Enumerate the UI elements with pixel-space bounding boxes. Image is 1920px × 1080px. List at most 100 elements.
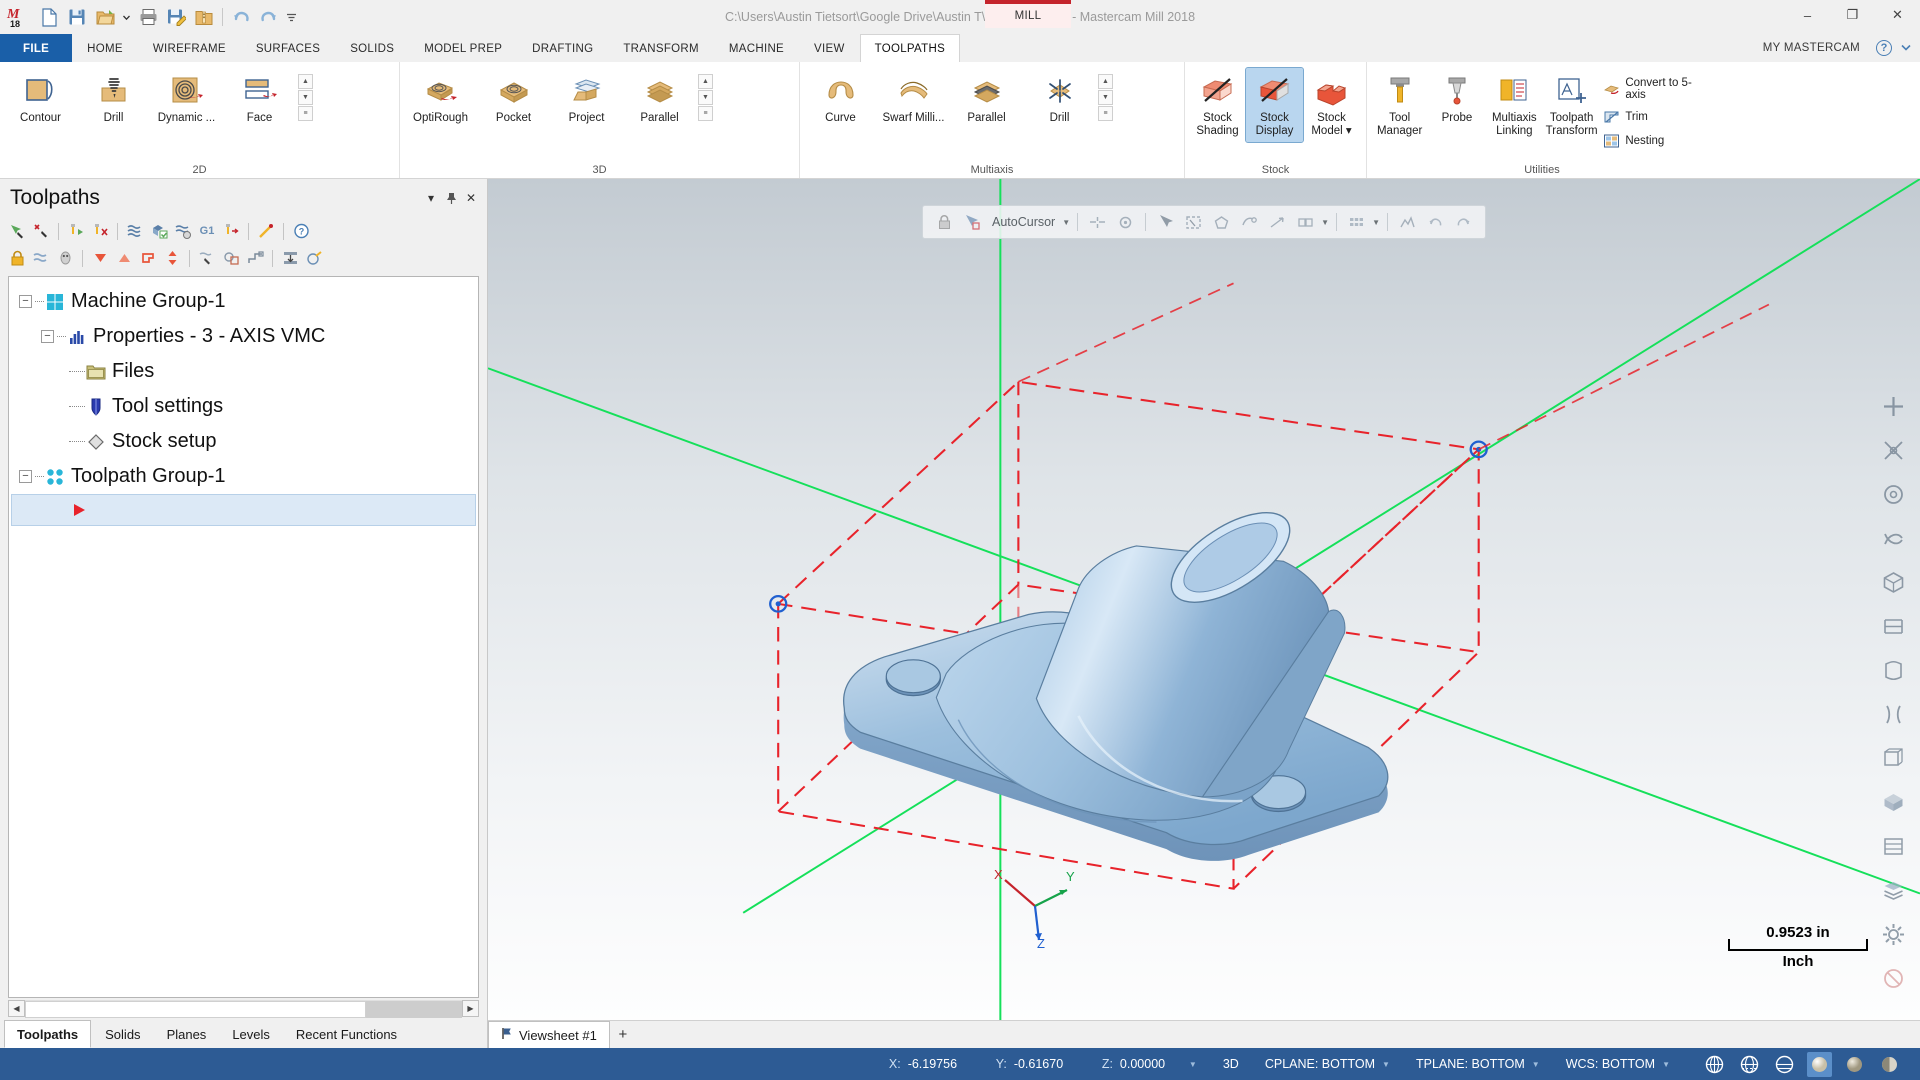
shaded-wire-icon[interactable] bbox=[1772, 1052, 1797, 1077]
regenerate-invalid-icon[interactable] bbox=[89, 221, 111, 242]
customize-qat-icon[interactable] bbox=[284, 4, 299, 30]
multiaxis-linking-button[interactable]: Multiaxis Linking bbox=[1486, 68, 1543, 142]
hidden-line-icon[interactable] bbox=[1737, 1052, 1762, 1077]
isometric-view-icon[interactable] bbox=[1876, 565, 1910, 599]
wireframe-view-icon[interactable] bbox=[1876, 741, 1910, 775]
open-dropdown-icon[interactable] bbox=[120, 4, 133, 30]
tplane-caret-icon[interactable]: ▼ bbox=[1532, 1060, 1540, 1069]
tree-node-stock-setup[interactable]: Stock setup bbox=[9, 424, 478, 459]
save-icon[interactable] bbox=[64, 4, 90, 30]
arrow-select-icon[interactable] bbox=[1153, 210, 1178, 235]
chain-select-icon[interactable] bbox=[1237, 210, 1262, 235]
expand-gallery-2d[interactable]: ≡ bbox=[298, 106, 313, 121]
toggle-posting-icon[interactable] bbox=[30, 248, 52, 269]
drill-multiaxis-button[interactable]: Drill bbox=[1023, 68, 1096, 142]
redo-view-icon[interactable] bbox=[1451, 210, 1476, 235]
help-icon[interactable]: ? bbox=[290, 221, 312, 242]
expander-toolpath-group[interactable]: − bbox=[19, 470, 32, 483]
undo-icon[interactable] bbox=[228, 4, 254, 30]
select-entity-icon[interactable] bbox=[1113, 210, 1138, 235]
tree-horizontal-scrollbar[interactable]: ◀ ▶ bbox=[8, 998, 479, 1018]
panel-tab-recent-functions[interactable]: Recent Functions bbox=[284, 1020, 409, 1048]
move-updown-icon[interactable] bbox=[161, 248, 183, 269]
panel-tab-levels[interactable]: Levels bbox=[220, 1020, 282, 1048]
section-view-icon[interactable] bbox=[1876, 829, 1910, 863]
top-view-icon[interactable] bbox=[1876, 653, 1910, 687]
tree-node-files[interactable]: Files bbox=[9, 354, 478, 389]
scroll-track[interactable] bbox=[25, 999, 462, 1018]
panel-close-icon[interactable]: ✕ bbox=[461, 188, 481, 208]
simulate-toolpath-icon[interactable] bbox=[124, 221, 146, 242]
graphics-viewport[interactable]: AutoCursor ▼ ▼ ▼ X Y Z 0.9523 in Inch Vi… bbox=[488, 179, 1920, 1048]
right-view-icon[interactable] bbox=[1876, 697, 1910, 731]
cplane-caret-icon[interactable]: ▼ bbox=[1382, 1060, 1390, 1069]
toolpath-transform-button[interactable]: Toolpath Transform bbox=[1543, 68, 1600, 142]
blank-entity-icon[interactable] bbox=[1876, 961, 1910, 995]
save-as-icon[interactable] bbox=[163, 4, 189, 30]
status-cplane[interactable]: CPLANE: BOTTOM ▼ bbox=[1252, 1048, 1403, 1080]
g1-backplot-icon[interactable]: G1 bbox=[196, 221, 218, 242]
scroll-up-2d[interactable]: ▲ bbox=[298, 74, 313, 89]
export-toolpath-icon[interactable] bbox=[303, 248, 325, 269]
post-selected-icon[interactable] bbox=[220, 221, 242, 242]
move-up-icon[interactable] bbox=[113, 248, 135, 269]
autocursor-icon[interactable] bbox=[960, 210, 985, 235]
parallel-3d-button[interactable]: Parallel bbox=[623, 68, 696, 142]
convert-5axis-button[interactable]: Convert to 5-axis bbox=[1600, 75, 1713, 103]
fit-screen-icon[interactable] bbox=[1876, 389, 1910, 423]
project-button[interactable]: Project bbox=[550, 68, 623, 142]
tab-surfaces[interactable]: SURFACES bbox=[241, 34, 335, 62]
probe-button[interactable]: Probe bbox=[1428, 68, 1485, 142]
ribbon-collapse-icon[interactable] bbox=[1900, 41, 1912, 56]
status-mode-3d[interactable]: 3D bbox=[1210, 1048, 1252, 1080]
window-select-icon[interactable] bbox=[1181, 210, 1206, 235]
scroll-thumb[interactable] bbox=[25, 1000, 366, 1018]
polygon-select-icon[interactable] bbox=[1209, 210, 1234, 235]
select-all-icon[interactable] bbox=[6, 221, 28, 242]
panel-pin-icon[interactable] bbox=[441, 188, 461, 208]
autocursor-caret-icon[interactable]: ▼ bbox=[1062, 218, 1070, 227]
gouraud-shaded-icon[interactable] bbox=[1807, 1051, 1832, 1077]
parallel-multiaxis-button[interactable]: Parallel bbox=[950, 68, 1023, 142]
toolpaths-tree[interactable]: − Machine Group-1 − Properties - 3 - AXI… bbox=[8, 276, 479, 998]
close-button[interactable]: ✕ bbox=[1875, 0, 1920, 30]
tree-node-insert-arrow[interactable] bbox=[11, 494, 476, 526]
wcs-caret-icon[interactable]: ▼ bbox=[1662, 1060, 1670, 1069]
verify-toolpath-icon[interactable] bbox=[148, 221, 170, 242]
face-button[interactable]: Face bbox=[223, 68, 296, 142]
tab-file[interactable]: FILE bbox=[0, 34, 73, 62]
zoom-window-icon[interactable] bbox=[1876, 433, 1910, 467]
undo-view-icon[interactable] bbox=[1423, 210, 1448, 235]
tab-toolpaths[interactable]: TOOLPATHS bbox=[859, 34, 961, 62]
stock-display-button[interactable]: Stock Display bbox=[1245, 67, 1304, 143]
tab-home[interactable]: HOME bbox=[72, 34, 138, 62]
coord-z-caret-icon[interactable]: ▼ bbox=[1189, 1060, 1197, 1069]
grid-snap-caret-icon[interactable]: ▼ bbox=[1372, 218, 1380, 227]
copy-group-icon[interactable] bbox=[220, 248, 242, 269]
tree-node-properties[interactable]: − Properties - 3 - AXIS VMC bbox=[9, 319, 478, 354]
stock-model-button[interactable]: Stock Model ▾ bbox=[1303, 68, 1360, 142]
new-file-icon[interactable] bbox=[36, 4, 62, 30]
shaded-view-icon[interactable] bbox=[1876, 785, 1910, 819]
tab-model-prep[interactable]: MODEL PREP bbox=[409, 34, 517, 62]
viewsheet-add-button[interactable]: + bbox=[610, 1021, 636, 1048]
panel-dropdown-icon[interactable]: ▾ bbox=[421, 188, 441, 208]
fast-point-icon[interactable] bbox=[1085, 210, 1110, 235]
redo-icon[interactable] bbox=[256, 4, 282, 30]
move-down-icon[interactable] bbox=[89, 248, 111, 269]
expand-gallery-multiaxis[interactable]: ≡ bbox=[1098, 106, 1113, 121]
tool-manager-button[interactable]: Tool Manager bbox=[1371, 68, 1428, 142]
expander-machine-group[interactable]: − bbox=[19, 295, 32, 308]
front-view-icon[interactable] bbox=[1876, 609, 1910, 643]
tab-drafting[interactable]: DRAFTING bbox=[517, 34, 608, 62]
status-tplane[interactable]: TPLANE: BOTTOM ▼ bbox=[1403, 1048, 1553, 1080]
wireframe-shading-icon[interactable] bbox=[1702, 1052, 1727, 1077]
import-toolpath-icon[interactable] bbox=[279, 248, 301, 269]
panel-tab-toolpaths[interactable]: Toolpaths bbox=[4, 1020, 92, 1048]
drill-2d-button[interactable]: Drill bbox=[77, 68, 150, 142]
tab-transform[interactable]: TRANSFORM bbox=[608, 34, 714, 62]
expand-gallery-3d[interactable]: ≡ bbox=[698, 106, 713, 121]
print-icon[interactable] bbox=[135, 4, 161, 30]
panel-tab-planes[interactable]: Planes bbox=[155, 1020, 219, 1048]
edit-selected-icon[interactable] bbox=[196, 248, 218, 269]
